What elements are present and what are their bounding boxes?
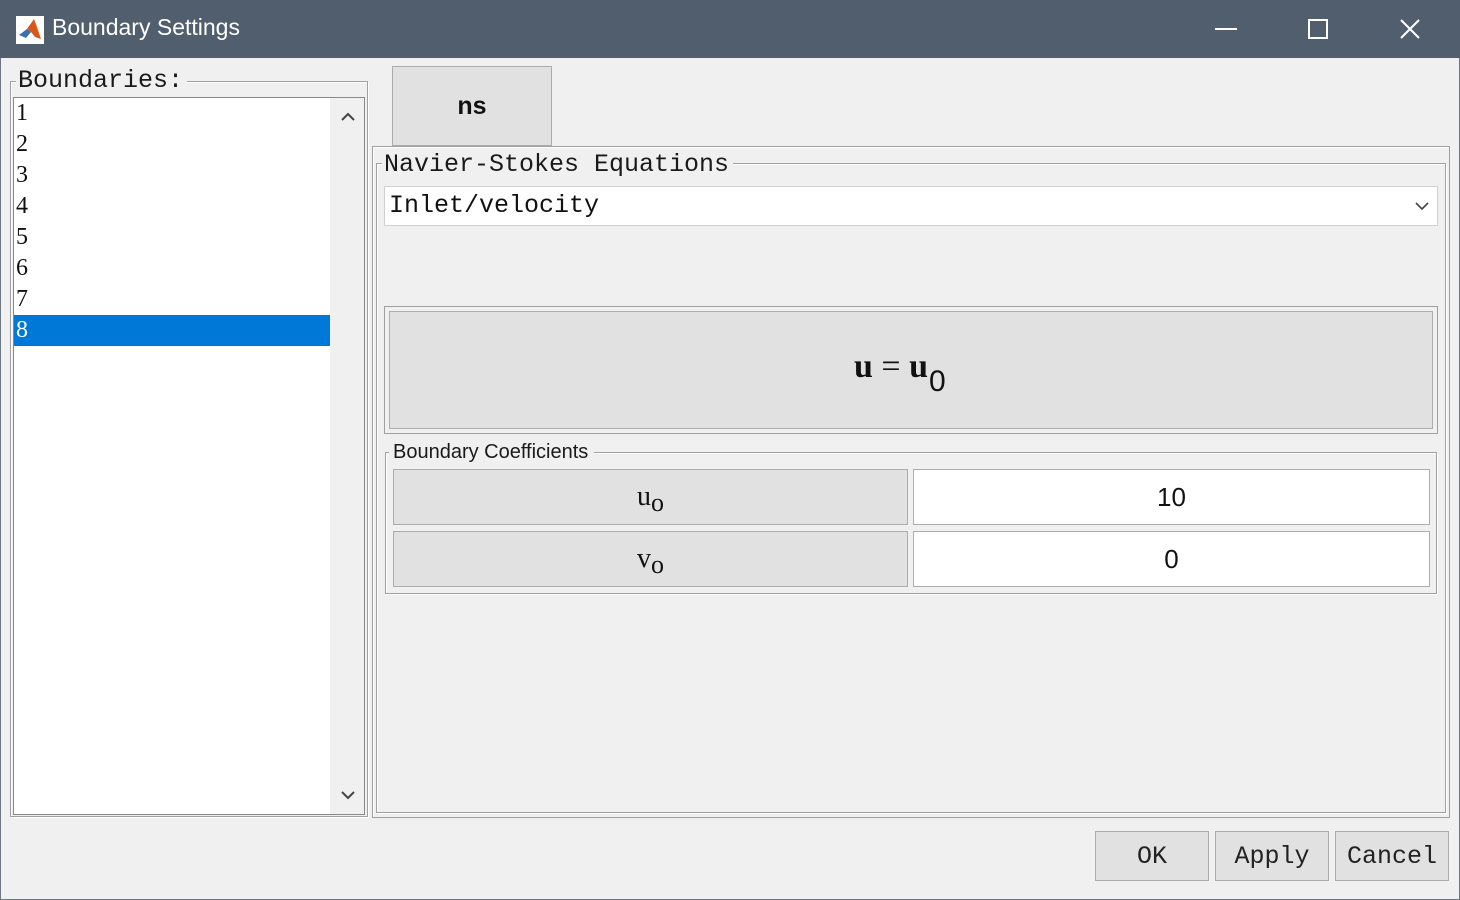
window-title: Boundary Settings	[52, 14, 240, 40]
coefficient-subscript: o	[651, 550, 664, 579]
coefficient-label-u0: uo	[393, 469, 908, 525]
scroll-up-button[interactable]	[331, 104, 365, 130]
boundaries-listbox[interactable]: 1 2 3 4 5 6 7 8	[13, 97, 365, 815]
coefficient-symbol: v	[637, 543, 651, 574]
minimize-button[interactable]	[1180, 0, 1272, 58]
matlab-icon	[16, 16, 44, 44]
dropdown-arrow[interactable]	[1407, 187, 1437, 225]
tab-ns[interactable]: ns	[392, 66, 552, 146]
close-icon	[1400, 19, 1420, 39]
maximize-icon	[1308, 19, 1328, 39]
equation-lhs: u	[854, 348, 873, 385]
list-item[interactable]: 3	[14, 160, 332, 191]
boundaries-list: 1 2 3 4 5 6 7 8	[14, 98, 332, 346]
chevron-down-icon	[1415, 202, 1429, 211]
ok-button[interactable]: OK	[1095, 831, 1209, 881]
boundary-coefficients-legend: Boundary Coefficients	[389, 441, 595, 464]
equation-display: u = u0	[384, 306, 1438, 434]
scroll-down-button[interactable]	[331, 782, 365, 808]
list-item[interactable]: 1	[14, 98, 332, 129]
condition-type-value: Inlet/velocity	[389, 191, 600, 220]
equation-operator: =	[881, 348, 901, 385]
minimize-icon	[1215, 28, 1237, 30]
list-item[interactable]: 6	[14, 253, 332, 284]
boundaries-legend: Boundaries:	[16, 66, 188, 95]
coefficient-label-v0: vo	[393, 531, 908, 587]
coefficient-symbol: u	[637, 481, 651, 512]
chevron-down-icon	[341, 791, 355, 800]
list-item[interactable]: 7	[14, 284, 332, 315]
title-bar: Boundary Settings	[0, 0, 1460, 58]
coefficient-subscript: o	[651, 488, 664, 517]
list-item[interactable]: 5	[14, 222, 332, 253]
maximize-button[interactable]	[1272, 0, 1364, 58]
apply-button[interactable]: Apply	[1215, 831, 1329, 881]
chevron-up-icon	[341, 112, 355, 121]
list-item[interactable]: 4	[14, 191, 332, 222]
list-item[interactable]: 2	[14, 129, 332, 160]
equation-text: u = u0	[854, 348, 946, 398]
navier-stokes-legend: Navier-Stokes Equations	[382, 150, 734, 179]
coefficient-input-u0[interactable]: 10	[913, 469, 1430, 525]
list-item-selected[interactable]: 8	[14, 315, 332, 346]
close-button[interactable]	[1364, 0, 1456, 58]
cancel-button[interactable]: Cancel	[1335, 831, 1449, 881]
equation-rhs-subscript: 0	[929, 365, 946, 398]
condition-type-select[interactable]: Inlet/velocity	[384, 186, 1438, 226]
equation-rhs: u	[909, 348, 929, 385]
coefficient-input-v0[interactable]: 0	[913, 531, 1430, 587]
equation-button: u = u0	[389, 311, 1433, 429]
boundaries-scrollbar[interactable]	[330, 98, 364, 814]
